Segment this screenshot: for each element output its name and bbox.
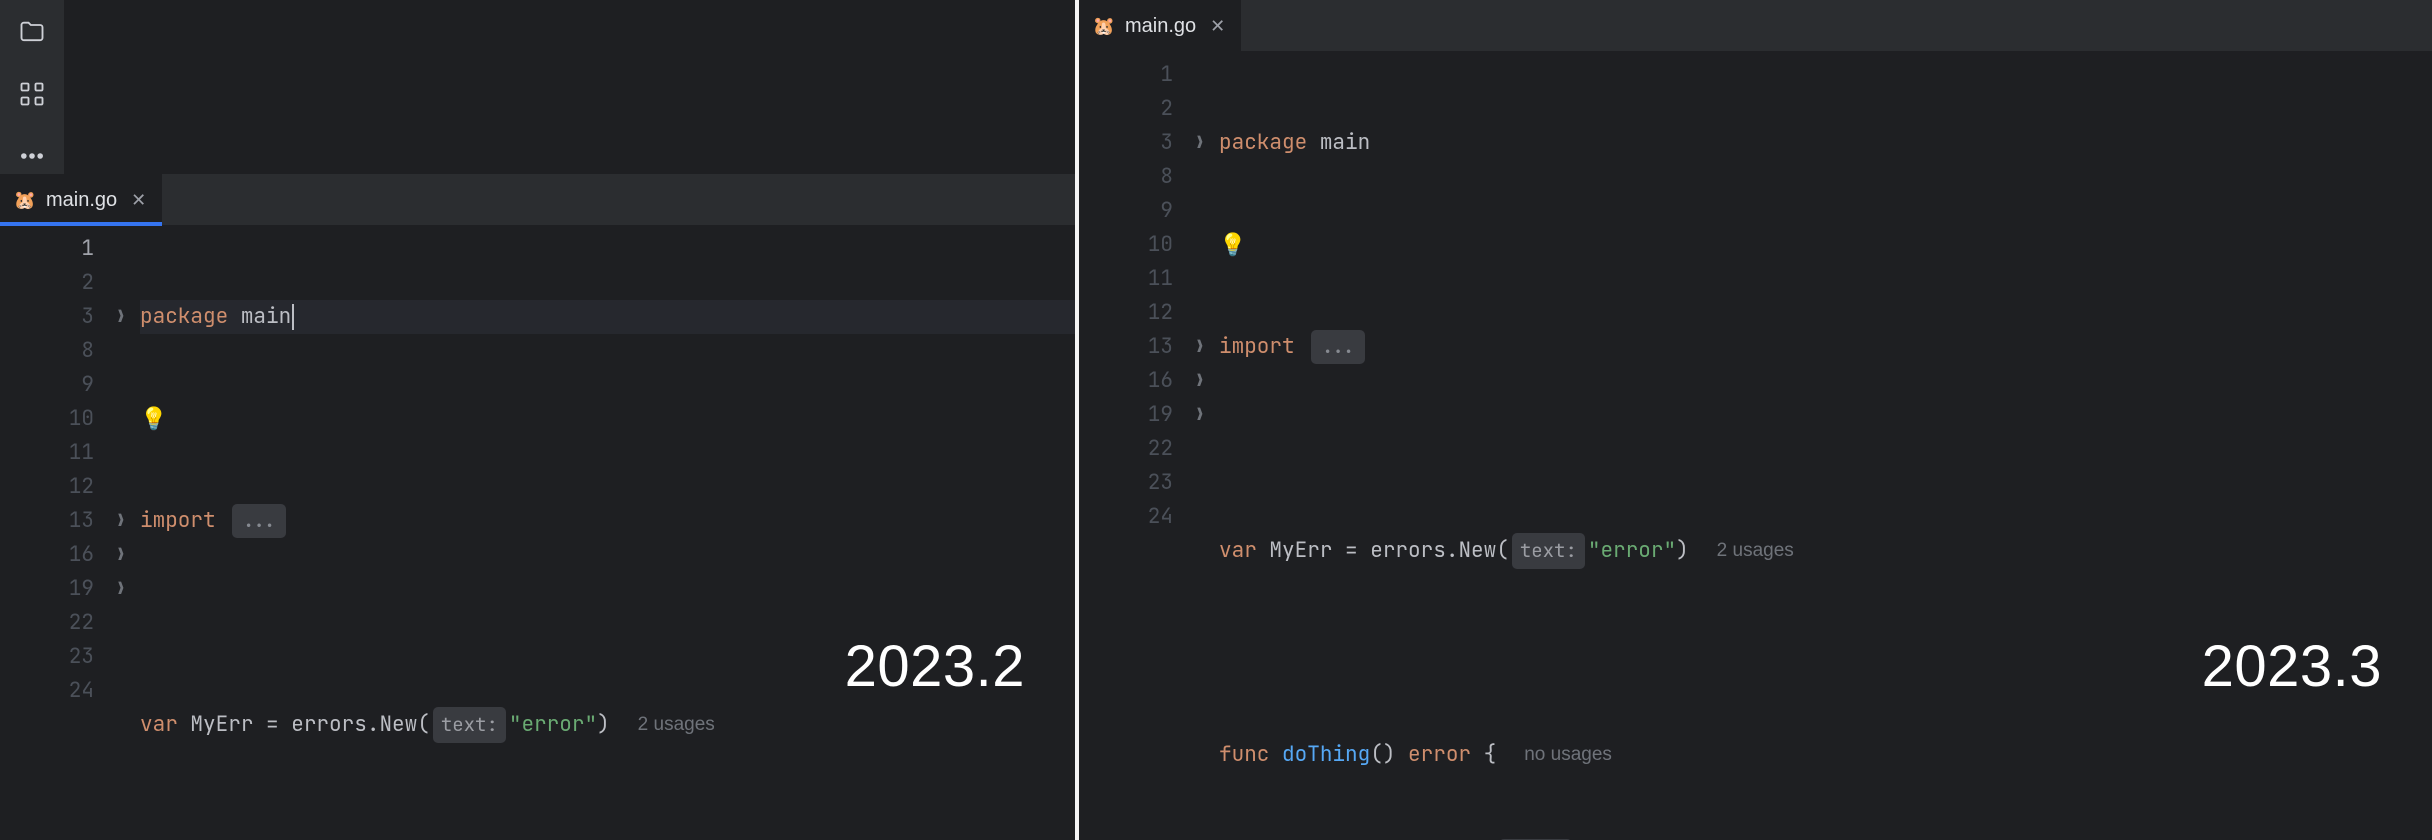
gutter: 1 2 3❯ 8 9 10 11 12 13❯ 16❯ 19❯ 22 23 24 [1079, 52, 1219, 840]
tab-label: main.go [46, 189, 117, 212]
tool-window-strip [0, 0, 65, 174]
usages-hint[interactable]: 2 usages [638, 708, 715, 742]
tab-bar: 🐹 main.go ✕ [1079, 0, 2432, 52]
fold-placeholder[interactable]: ... [232, 504, 286, 538]
code-line: var MyErr = errors.New(text:"error")2 us… [140, 708, 1075, 742]
fold-chevron-icon[interactable]: ❯ [1195, 126, 1205, 160]
fold-chevron-icon[interactable]: ❯ [116, 572, 126, 606]
code-line: package main [140, 300, 1075, 334]
code-area[interactable]: package main 💡 import ... var MyErr = er… [1219, 52, 2432, 840]
tab-main-go[interactable]: 🐹 main.go ✕ [1079, 0, 1241, 52]
code-line: func doThing() error {no usages [1219, 738, 2432, 772]
intention-bulb-icon[interactable]: 💡 [140, 402, 167, 436]
version-label: 2023.2 [845, 633, 1025, 700]
project-tool-button[interactable] [14, 14, 50, 50]
structure-tool-button[interactable] [14, 76, 50, 112]
fold-placeholder[interactable]: ... [1311, 330, 1365, 364]
gutter: 1 2 3❯ 8 9 10 11 12 13❯ 16❯ 19❯ 22 23 24 [0, 226, 140, 840]
code-line: import ... [140, 504, 1075, 538]
go-file-icon: 🐹 [1093, 15, 1115, 37]
param-hint: text: [433, 707, 506, 743]
go-file-icon: 🐹 [14, 189, 36, 211]
tab-main-go[interactable]: 🐹 main.go ✕ [0, 174, 162, 226]
usages-hint[interactable]: no usages [1524, 738, 1612, 772]
code-line: 💡 [1219, 228, 2432, 262]
editor-body[interactable]: 1 2 3❯ 8 9 10 11 12 13❯ 16❯ 19❯ 22 23 24 [0, 226, 1075, 840]
fold-chevron-icon[interactable]: ❯ [116, 538, 126, 572]
param-hint: text: [1512, 533, 1585, 569]
code-area[interactable]: package main 💡 import ... var MyErr = er… [140, 226, 1075, 840]
code-line: var MyErr = errors.New(text:"error")2 us… [1219, 534, 2432, 568]
editor-body[interactable]: 1 2 3❯ 8 9 10 11 12 13❯ 16❯ 19❯ 22 23 24… [1079, 52, 2432, 840]
version-label: 2023.3 [2202, 633, 2382, 700]
fold-chevron-icon[interactable]: ❯ [116, 300, 126, 334]
tab-label: main.go [1125, 15, 1196, 38]
close-tab-icon[interactable]: ✕ [1206, 16, 1225, 37]
more-tool-button[interactable] [14, 138, 50, 174]
close-tab-icon[interactable]: ✕ [127, 190, 146, 211]
text-cursor [292, 304, 294, 330]
fold-chevron-icon[interactable]: ❯ [1195, 330, 1205, 364]
intention-bulb-icon[interactable]: 💡 [1219, 228, 1246, 262]
code-line: package main [1219, 126, 2432, 160]
fold-chevron-icon[interactable]: ❯ [116, 504, 126, 538]
fold-chevron-icon[interactable]: ❯ [1195, 398, 1205, 432]
left-editor: 🐹 main.go ✕ 1 2 3❯ 8 9 10 11 12 13❯ 1 [0, 174, 1075, 840]
code-line: import ... [1219, 330, 2432, 364]
usages-hint[interactable]: 2 usages [1717, 534, 1794, 568]
code-line: 💡 [140, 402, 1075, 436]
right-editor: 🐹 main.go ✕ 1 2 3❯ 8 9 10 11 12 13❯ 16❯ … [1075, 0, 2432, 840]
fold-chevron-icon[interactable]: ❯ [1195, 364, 1205, 398]
tab-bar: 🐹 main.go ✕ [0, 174, 1075, 226]
